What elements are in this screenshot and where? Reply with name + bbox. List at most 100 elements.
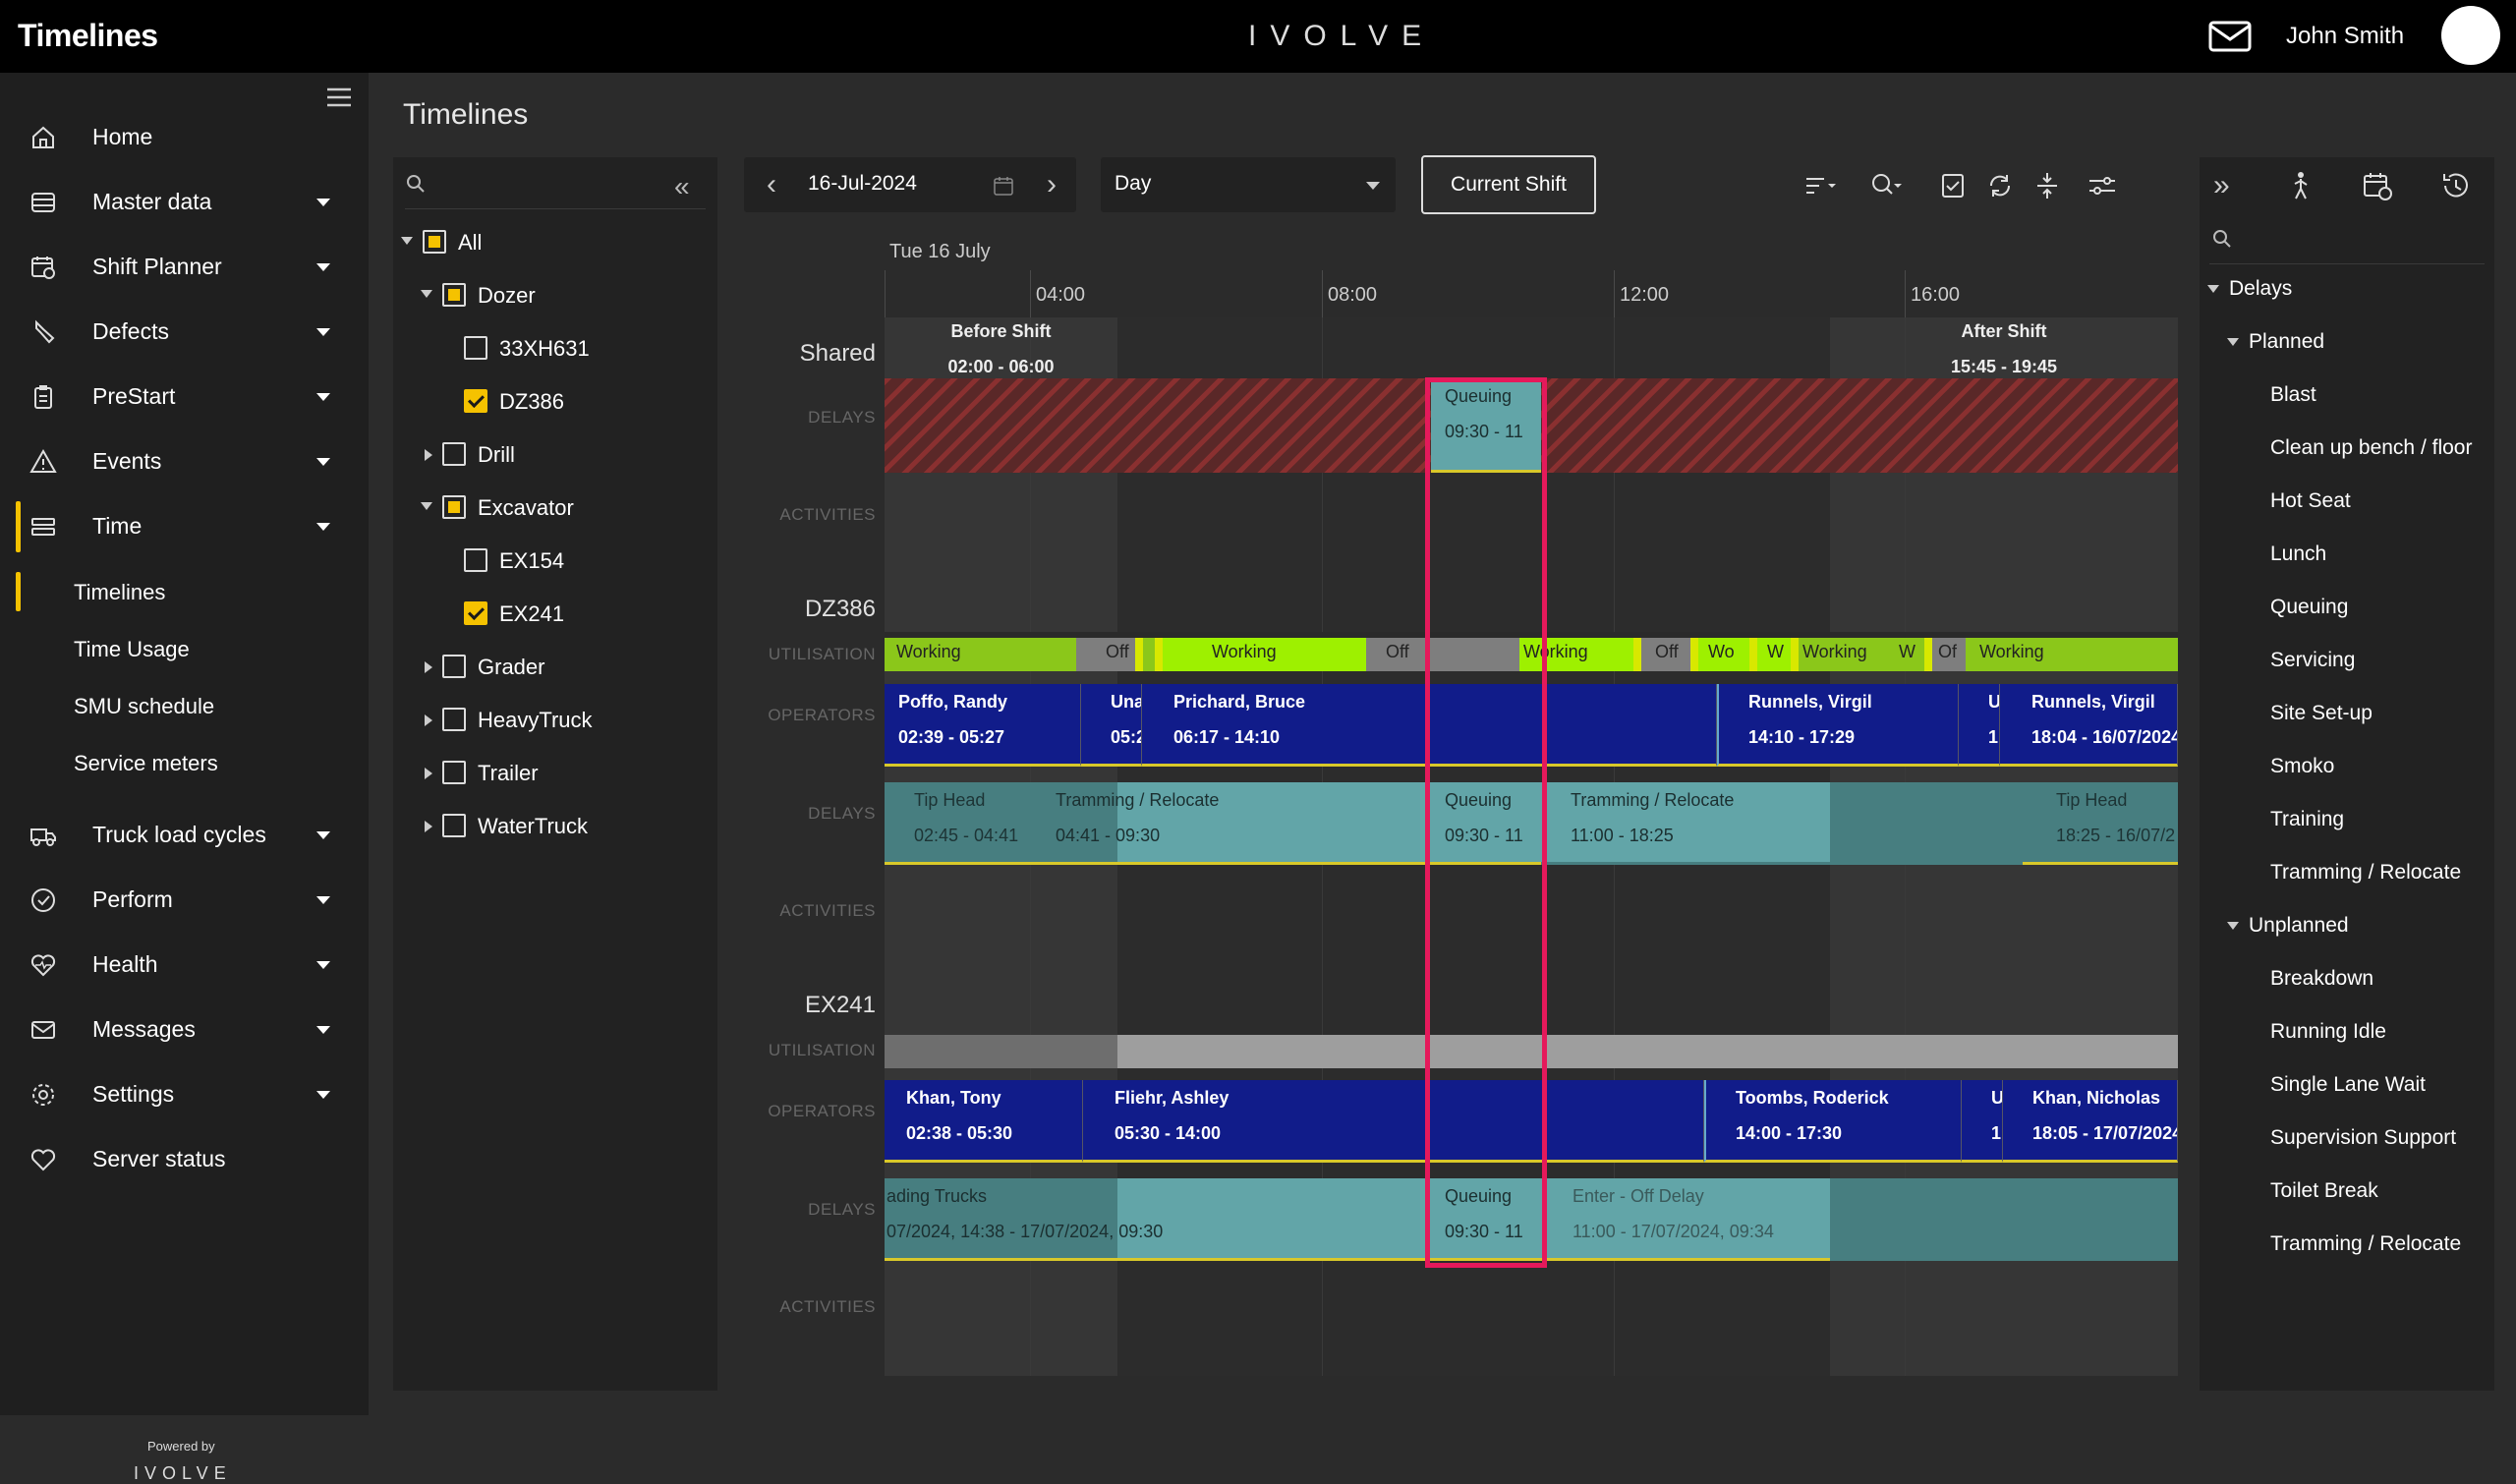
chevron-down-icon[interactable] [2227, 338, 2239, 346]
delay-block[interactable]: ading Trucks 07/2024, 14:38 - 17/07/2024,… [885, 1178, 1431, 1261]
delay-type-item[interactable]: Running Idle [2270, 1020, 2386, 1044]
operator-block[interactable]: Prichard, Bruce 06:17 - 14:10 [1142, 684, 1717, 767]
avatar[interactable] [2441, 6, 2500, 65]
util-block[interactable] [1143, 638, 1155, 671]
delay-group-planned[interactable]: Planned [2227, 330, 2324, 354]
nav-time[interactable]: Time [0, 501, 369, 552]
previous-day-button[interactable]: ‹ [757, 165, 786, 204]
search-icon[interactable] [2211, 228, 2233, 250]
delay-type-item[interactable]: Queuing [2270, 596, 2348, 619]
chevron-right-icon[interactable] [425, 768, 432, 779]
chevron-down-icon[interactable] [421, 502, 432, 510]
current-shift-button[interactable]: Current Shift [1421, 155, 1596, 214]
delay-block[interactable]: Queuing 09:30 - 11 [1431, 378, 1541, 473]
collapse-panel-icon[interactable]: « [674, 171, 690, 202]
delay-block[interactable]: Tramming / Relocate 04:41 - 09:30 [1024, 782, 1431, 865]
chevron-right-icon[interactable] [425, 714, 432, 726]
operator-block[interactable]: Khan, Tony 02:38 - 05:30 [885, 1080, 1083, 1163]
chevron-down-icon[interactable] [421, 290, 432, 298]
calendar-icon[interactable] [993, 175, 1014, 197]
tree-node[interactable]: HeavyTruck [393, 706, 708, 739]
chevron-down-icon[interactable] [2227, 922, 2239, 930]
compress-icon[interactable] [2030, 171, 2064, 200]
operator-block[interactable]: Poffo, Randy 02:39 - 05:27 [885, 684, 1081, 767]
nav-sub-time-usage[interactable]: Time Usage [74, 637, 190, 662]
util-block[interactable] [885, 1035, 1117, 1068]
expand-panel-icon[interactable]: » [2213, 169, 2247, 202]
chevron-right-icon[interactable] [425, 449, 432, 461]
tree-node[interactable]: Dozer [393, 281, 708, 314]
operator-block[interactable]: Runnels, Virgil 18:04 - 16/07/2024 [2000, 684, 2178, 767]
delay-type-item[interactable]: Single Lane Wait [2270, 1073, 2426, 1097]
nav-sub-service-meters[interactable]: Service meters [74, 751, 218, 776]
person-walking-icon[interactable] [2284, 169, 2317, 202]
tree-node[interactable]: Excavator [393, 493, 708, 527]
tree-node[interactable]: DZ386 [393, 387, 708, 421]
date-field[interactable]: 16-Jul-2024 [808, 172, 917, 196]
calendar-clock-icon[interactable] [2361, 169, 2394, 202]
tree-checkbox[interactable] [464, 389, 487, 413]
nav-settings[interactable]: Settings [0, 1069, 369, 1120]
chevron-right-icon[interactable] [425, 821, 432, 832]
filter-sliders-icon[interactable] [2086, 171, 2119, 200]
tree-checkbox[interactable] [442, 761, 466, 784]
history-icon[interactable] [2439, 169, 2473, 202]
nav-sub-smu-schedule[interactable]: SMU schedule [74, 694, 214, 719]
nav-prestart[interactable]: PreStart [0, 371, 369, 423]
operator-block[interactable]: Una 05:2 [1081, 684, 1142, 767]
util-block[interactable]: Off [1076, 638, 1135, 671]
nav-events[interactable]: Events [0, 436, 369, 487]
inbox-icon[interactable] [2206, 18, 2254, 55]
delay-group-unplanned[interactable]: Unplanned [2227, 914, 2349, 938]
delay-type-item[interactable]: Training [2270, 808, 2344, 831]
tree-node[interactable]: 33XH631 [393, 334, 708, 368]
delay-group-root[interactable]: Delays [2207, 277, 2292, 301]
nav-defects[interactable]: Defects [0, 307, 369, 358]
tree-checkbox[interactable] [442, 495, 466, 519]
tree-checkbox[interactable] [442, 442, 466, 466]
util-block[interactable] [1690, 638, 1698, 671]
tree-checkbox[interactable] [423, 230, 446, 254]
delay-block[interactable]: Tip Head 02:45 - 04:41 [885, 782, 1024, 865]
nav-server-status[interactable]: Server status [0, 1134, 369, 1185]
tree-node[interactable]: EX154 [393, 546, 708, 580]
operator-block[interactable]: Toombs, Roderick 14:00 - 17:30 [1704, 1080, 1962, 1163]
util-block[interactable]: Working [1163, 638, 1366, 671]
nav-home[interactable]: Home [0, 112, 369, 163]
nav-sub-timelines[interactable]: Timelines [74, 580, 165, 605]
sort-icon[interactable] [1804, 171, 1838, 200]
util-block[interactable]: Working [1966, 638, 2178, 671]
nav-shift-planner[interactable]: Shift Planner [0, 242, 369, 293]
operator-block[interactable]: Runnels, Virgil 14:10 - 17:29 [1717, 684, 1959, 767]
tree-checkbox[interactable] [464, 601, 487, 625]
util-block[interactable]: Working [1519, 638, 1633, 671]
operator-block[interactable]: U1 [1959, 684, 2000, 767]
tree-checkbox[interactable] [442, 814, 466, 837]
util-block[interactable]: Wo [1698, 638, 1749, 671]
util-block[interactable] [1791, 638, 1799, 671]
view-select[interactable]: Day [1101, 157, 1396, 212]
delay-type-item[interactable]: Site Set-up [2270, 702, 2373, 725]
zoom-icon[interactable] [1869, 171, 1903, 200]
next-day-button[interactable]: › [1037, 165, 1066, 204]
checklist-icon[interactable] [1936, 171, 1970, 200]
util-block[interactable]: Working [885, 638, 1076, 671]
util-block[interactable]: Off [1641, 638, 1690, 671]
delay-type-item[interactable]: Tramming / Relocate [2270, 861, 2461, 885]
nav-health[interactable]: Health [0, 940, 369, 991]
user-name[interactable]: John Smith [2286, 23, 2404, 50]
delay-type-item[interactable]: Clean up bench / floor [2270, 436, 2472, 460]
delay-type-item[interactable]: Servicing [2270, 649, 2355, 672]
delay-type-item[interactable]: Breakdown [2270, 967, 2373, 991]
nav-messages[interactable]: Messages [0, 1004, 369, 1056]
delay-type-item[interactable]: Supervision Support [2270, 1126, 2456, 1150]
operator-block[interactable]: Fliehr, Ashley 05:30 - 14:00 [1083, 1080, 1704, 1163]
util-block[interactable]: Off [1366, 638, 1519, 671]
search-icon[interactable] [405, 173, 427, 195]
timeline-grid[interactable]: Before Shift 02:00 - 06:00 After Shift 1… [885, 317, 2178, 1376]
nav-truck-load-cycles[interactable]: Truck load cycles [0, 810, 369, 861]
menu-toggle-icon[interactable] [326, 86, 352, 108]
chevron-down-icon[interactable] [2207, 285, 2219, 293]
tree-checkbox[interactable] [442, 655, 466, 678]
delay-block[interactable]: Enter - Off Delay 11:00 - 17/07/2024, 09:… [1541, 1178, 2178, 1261]
